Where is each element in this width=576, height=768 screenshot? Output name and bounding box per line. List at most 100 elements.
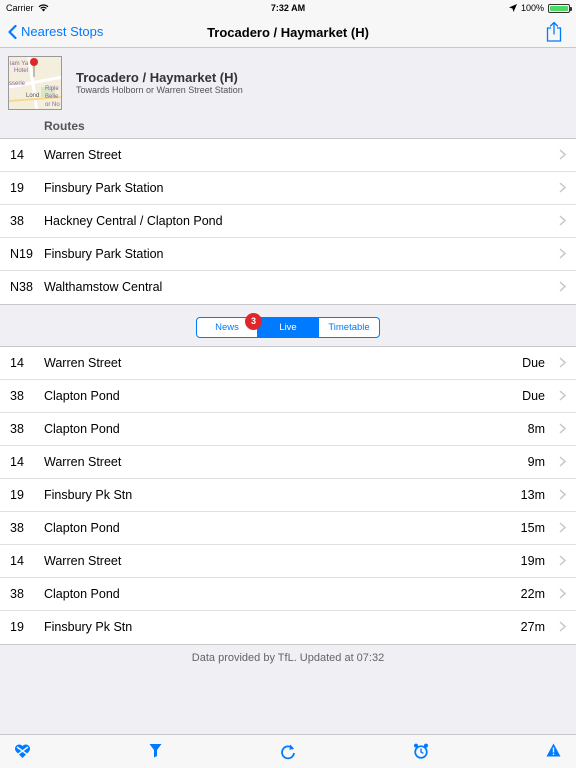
arrival-destination: Clapton Pond [44, 422, 120, 436]
chevron-right-icon [559, 522, 566, 533]
map-thumbnail[interactable]: iam Ya Hotel sserie Riple Belie or No Lo… [8, 56, 62, 110]
arrival-row[interactable]: 14 Warren Street Due [0, 347, 576, 380]
stop-name: Trocadero / Haymarket (H) [76, 70, 238, 85]
arrival-row[interactable]: 38 Clapton Pond 8m [0, 413, 576, 446]
route-number: N19 [10, 247, 33, 261]
data-attribution: Data provided by TfL. Updated at 07:32 [191, 652, 385, 664]
routes-list: 14 Warren Street 19 Finsbury Park Statio… [0, 138, 576, 305]
arrival-destination: Clapton Pond [44, 389, 120, 403]
clock: 7:32 AM [270, 3, 306, 13]
route-destination: Warren Street [44, 148, 122, 162]
alarm-clock-icon[interactable] [413, 743, 429, 759]
route-destination: Walthamstow Central [44, 280, 163, 294]
arrival-eta: 19m [520, 554, 545, 568]
news-count-badge: 3 [245, 313, 262, 330]
route-row[interactable]: N38 Walthamstow Central [0, 271, 576, 304]
chevron-right-icon [559, 588, 566, 599]
arrival-eta: 22m [520, 587, 545, 601]
map-label: Riple [45, 86, 59, 92]
navigation-bar: Nearest Stops Trocadero / Haymarket (H) [0, 16, 576, 48]
stop-header: iam Ya Hotel sserie Riple Belie or No Lo… [0, 48, 576, 116]
page-title: Trocadero / Haymarket (H) [207, 25, 369, 40]
map-label: iam Ya [10, 61, 29, 67]
arrival-row[interactable]: 14 Warren Street 9m [0, 446, 576, 479]
arrival-route-number: 38 [10, 587, 24, 601]
route-destination: Finsbury Park Station [44, 247, 164, 261]
route-destination: Hackney Central / Clapton Pond [44, 214, 223, 228]
arrival-eta: Due [522, 389, 545, 403]
arrival-route-number: 14 [10, 356, 24, 370]
route-number: 38 [10, 214, 24, 228]
filter-icon[interactable] [149, 743, 162, 758]
map-label: Belie [45, 94, 59, 100]
battery-percent: 100% [520, 3, 544, 13]
route-row[interactable]: 14 Warren Street [0, 139, 576, 172]
arrival-eta: 27m [520, 620, 545, 634]
chevron-right-icon [559, 215, 566, 226]
arrival-row[interactable]: 38 Clapton Pond 15m [0, 512, 576, 545]
map-label: Hotel [14, 68, 28, 74]
arrival-route-number: 38 [10, 521, 24, 535]
arrival-row[interactable]: 38 Clapton Pond Due [0, 380, 576, 413]
arrival-route-number: 19 [10, 488, 24, 502]
status-right: 100% [508, 3, 572, 13]
chevron-right-icon [559, 182, 566, 193]
arrival-eta: 9m [527, 455, 545, 469]
arrival-route-number: 38 [10, 389, 24, 403]
arrival-destination: Finsbury Pk Stn [44, 620, 133, 634]
location-arrow-icon [508, 4, 517, 12]
chevron-right-icon [559, 555, 566, 566]
warning-icon[interactable] [546, 743, 561, 757]
arrival-destination: Warren Street [44, 554, 122, 568]
arrival-destination: Warren Street [44, 356, 122, 370]
favourite-heart-icon[interactable] [14, 743, 31, 759]
arrival-destination: Finsbury Pk Stn [44, 488, 133, 502]
arrival-eta: Due [522, 356, 545, 370]
view-segmented-control: News Live Timetable [196, 317, 380, 338]
chevron-right-icon [559, 489, 566, 500]
status-bar: Carrier 7:32 AM 100% [0, 0, 576, 16]
live-arrivals-list: 14 Warren Street Due 38 Clapton Pond Due… [0, 346, 576, 645]
arrival-row[interactable]: 19 Finsbury Pk Stn 27m [0, 611, 576, 644]
arrival-row[interactable]: 38 Clapton Pond 22m [0, 578, 576, 611]
map-label: or No [45, 102, 60, 108]
share-icon[interactable] [546, 21, 562, 42]
bottom-toolbar [0, 734, 576, 768]
arrival-destination: Clapton Pond [44, 587, 120, 601]
map-label: Lond [26, 93, 39, 99]
route-row[interactable]: N19 Finsbury Park Station [0, 238, 576, 271]
chevron-right-icon [559, 423, 566, 434]
battery-icon [548, 3, 572, 13]
route-number: 19 [10, 181, 24, 195]
map-graphic: iam Ya Hotel sserie Riple Belie or No Lo… [9, 57, 61, 109]
route-row[interactable]: 38 Hackney Central / Clapton Pond [0, 205, 576, 238]
map-label: sserie [9, 81, 26, 87]
chevron-right-icon [559, 456, 566, 467]
route-destination: Finsbury Park Station [44, 181, 164, 195]
arrival-route-number: 19 [10, 620, 24, 634]
arrival-row[interactable]: 19 Finsbury Pk Stn 13m [0, 479, 576, 512]
tab-live[interactable]: Live [257, 318, 318, 337]
chevron-right-icon [559, 621, 566, 632]
route-row[interactable]: 19 Finsbury Park Station [0, 172, 576, 205]
arrival-route-number: 14 [10, 455, 24, 469]
arrival-row[interactable]: 14 Warren Street 19m [0, 545, 576, 578]
chevron-right-icon [559, 390, 566, 401]
stop-direction: Towards Holborn or Warren Street Station [76, 85, 243, 95]
chevron-right-icon [559, 149, 566, 160]
arrival-eta: 15m [520, 521, 545, 535]
chevron-right-icon [559, 357, 566, 368]
arrival-route-number: 14 [10, 554, 24, 568]
arrival-route-number: 38 [10, 422, 24, 436]
route-number: N38 [10, 280, 33, 294]
arrival-destination: Clapton Pond [44, 521, 120, 535]
chevron-right-icon [559, 248, 566, 259]
refresh-icon[interactable] [280, 743, 296, 760]
chevron-right-icon [559, 281, 566, 292]
route-number: 14 [10, 148, 24, 162]
arrival-eta: 8m [527, 422, 545, 436]
routes-section-header: Routes [44, 119, 85, 133]
arrival-eta: 13m [520, 488, 545, 502]
arrival-destination: Warren Street [44, 455, 122, 469]
tab-timetable[interactable]: Timetable [318, 318, 379, 337]
